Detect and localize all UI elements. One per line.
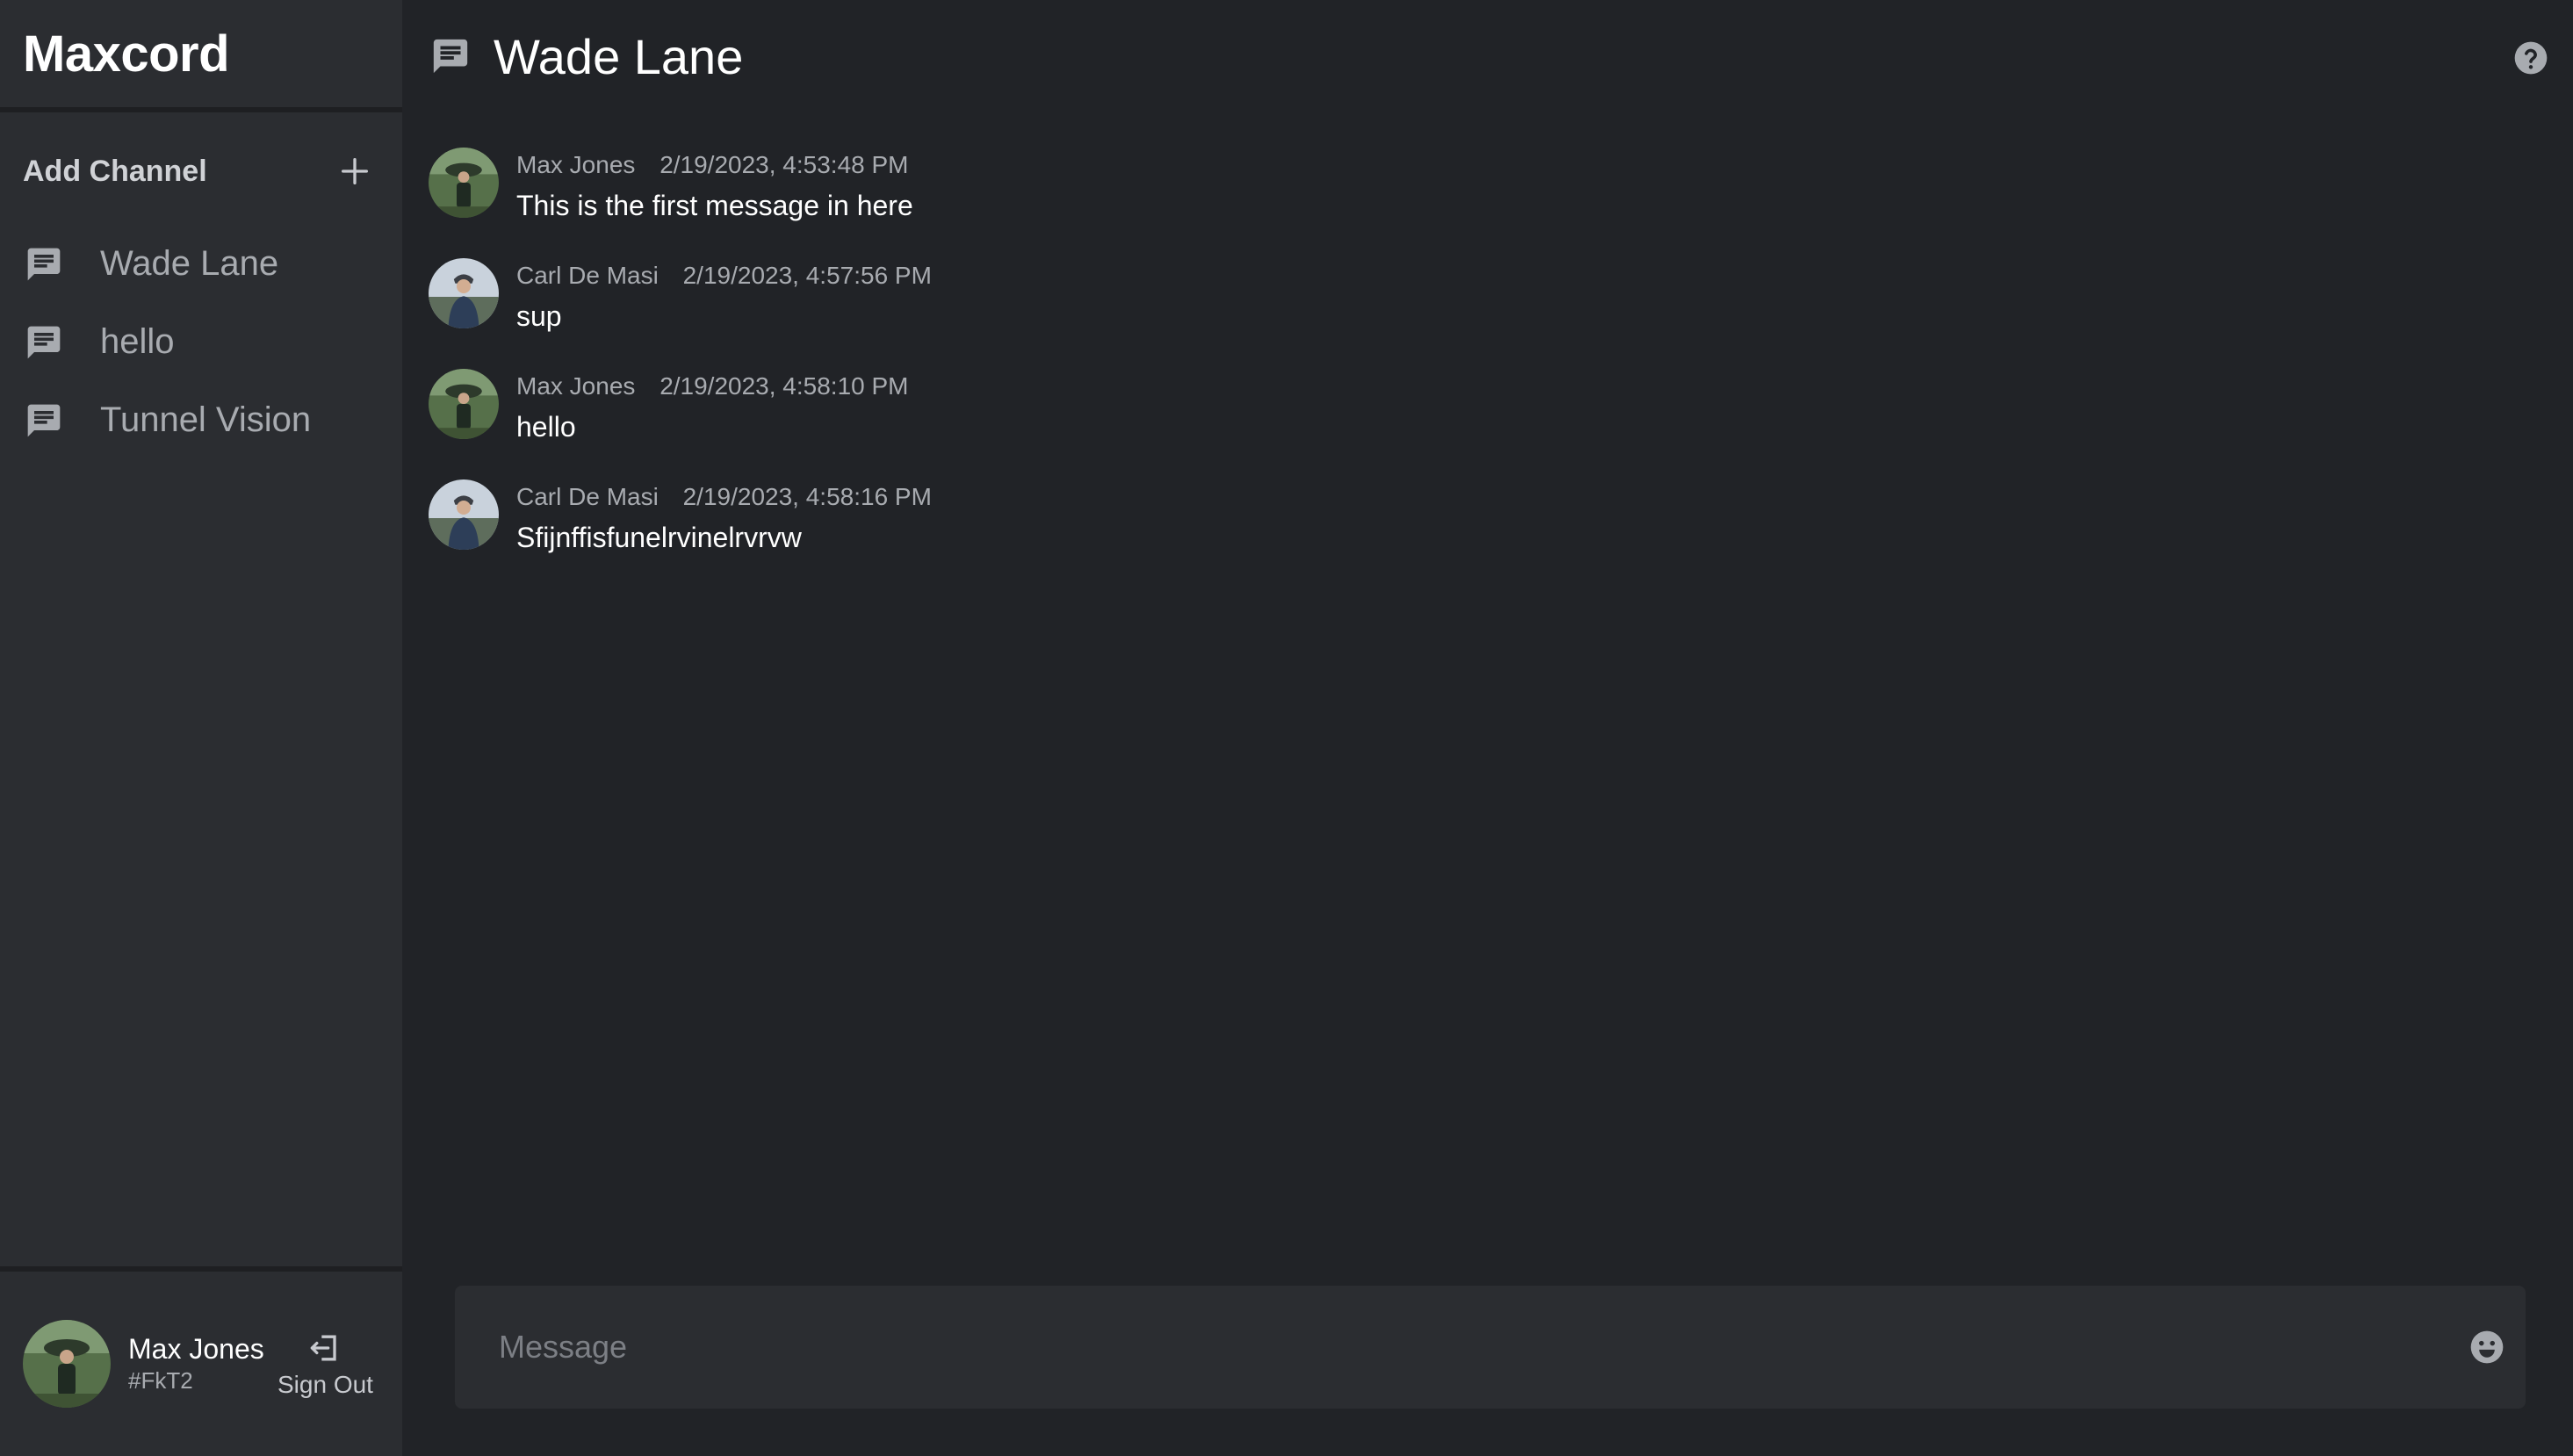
message-input[interactable] <box>499 1329 2468 1366</box>
user-info: Max Jones #FkT2 <box>128 1333 277 1395</box>
add-channel-label: Add Channel <box>23 154 207 188</box>
message-author: Carl De Masi <box>516 262 659 289</box>
message-author: Carl De Masi <box>516 483 659 510</box>
user-tag: #FkT2 <box>128 1367 193 1394</box>
message-composer <box>455 1286 2526 1409</box>
help-icon[interactable] <box>2512 39 2550 77</box>
sign-out-icon <box>311 1335 337 1361</box>
app-title: Maxcord <box>23 25 230 83</box>
message-list: Max Jones 2/19/2023, 4:53:48 PM This is … <box>402 148 2573 590</box>
avatar[interactable] <box>429 369 499 439</box>
chat-icon <box>25 245 63 284</box>
user-name: Max Jones <box>128 1333 264 1365</box>
emoji-icon[interactable] <box>2468 1328 2506 1366</box>
message-body: Carl De Masi 2/19/2023, 4:58:16 PM Sfijn… <box>516 483 932 554</box>
message-meta: Max Jones 2/19/2023, 4:53:48 PM <box>516 151 913 179</box>
message-timestamp: 2/19/2023, 4:57:56 PM <box>682 262 932 289</box>
sidebar-channel-hello[interactable]: hello <box>0 303 402 381</box>
message-timestamp: 2/19/2023, 4:58:16 PM <box>682 483 932 510</box>
avatar-image <box>23 1320 111 1408</box>
sign-out-label: Sign Out <box>277 1371 373 1398</box>
user-panel: Max Jones #FkT2 Sign Out <box>0 1266 402 1456</box>
message-text: sup <box>516 300 562 332</box>
message-text: hello <box>516 411 576 443</box>
message-timestamp: 2/19/2023, 4:58:10 PM <box>659 372 909 400</box>
channel-list: Wade Lane hello Tunnel Vision <box>0 225 402 1266</box>
chat-icon <box>25 323 63 362</box>
message-body: Max Jones 2/19/2023, 4:58:10 PM hello <box>516 372 909 443</box>
chat-main: Wade Lane Max Jones 2/19/2023, 4:53:48 P… <box>402 0 2573 1456</box>
message-text: Sfijnffisfunelrvinelrvrvw <box>516 522 802 553</box>
sidebar: Maxcord Add Channel Wade Lane hello Tunn… <box>0 0 402 1456</box>
avatar[interactable] <box>429 258 499 328</box>
message-item[interactable]: Carl De Masi 2/19/2023, 4:58:16 PM Sfijn… <box>429 479 2573 590</box>
message-item[interactable]: Max Jones 2/19/2023, 4:53:48 PM This is … <box>429 148 2573 258</box>
sign-out-button[interactable]: Sign Out <box>277 1329 373 1399</box>
avatar-image <box>429 148 499 218</box>
channel-name: hello <box>100 322 175 361</box>
message-meta: Carl De Masi 2/19/2023, 4:57:56 PM <box>516 262 932 290</box>
channel-title: Wade Lane <box>494 28 744 84</box>
channel-header: Wade Lane <box>402 0 2573 112</box>
message-item[interactable]: Carl De Masi 2/19/2023, 4:57:56 PM sup <box>429 258 2573 369</box>
sidebar-channel-wade-lane[interactable]: Wade Lane <box>0 225 402 303</box>
add-channel-row[interactable]: Add Channel <box>0 118 402 225</box>
message-meta: Max Jones 2/19/2023, 4:58:10 PM <box>516 372 909 400</box>
avatar-image <box>429 258 499 328</box>
sidebar-header: Maxcord <box>0 0 402 112</box>
avatar[interactable] <box>429 479 499 550</box>
plus-icon[interactable] <box>337 154 372 189</box>
message-body: Max Jones 2/19/2023, 4:53:48 PM This is … <box>516 151 913 222</box>
message-author: Max Jones <box>516 372 636 400</box>
sidebar-channel-tunnel-vision[interactable]: Tunnel Vision <box>0 381 402 459</box>
app-window: Maxcord Add Channel Wade Lane hello Tunn… <box>0 0 2573 1456</box>
channel-name: Tunnel Vision <box>100 400 312 439</box>
channel-name: Wade Lane <box>100 244 279 283</box>
message-author: Max Jones <box>516 151 636 178</box>
avatar-image <box>429 369 499 439</box>
message-item[interactable]: Max Jones 2/19/2023, 4:58:10 PM hello <box>429 369 2573 479</box>
avatar-image <box>429 479 499 550</box>
message-timestamp: 2/19/2023, 4:53:48 PM <box>659 151 909 178</box>
avatar[interactable] <box>429 148 499 218</box>
chat-icon <box>430 36 471 76</box>
chat-icon <box>25 401 63 440</box>
avatar[interactable] <box>23 1320 111 1408</box>
message-body: Carl De Masi 2/19/2023, 4:57:56 PM sup <box>516 262 932 333</box>
message-text: This is the first message in here <box>516 190 913 221</box>
message-meta: Carl De Masi 2/19/2023, 4:58:16 PM <box>516 483 932 511</box>
